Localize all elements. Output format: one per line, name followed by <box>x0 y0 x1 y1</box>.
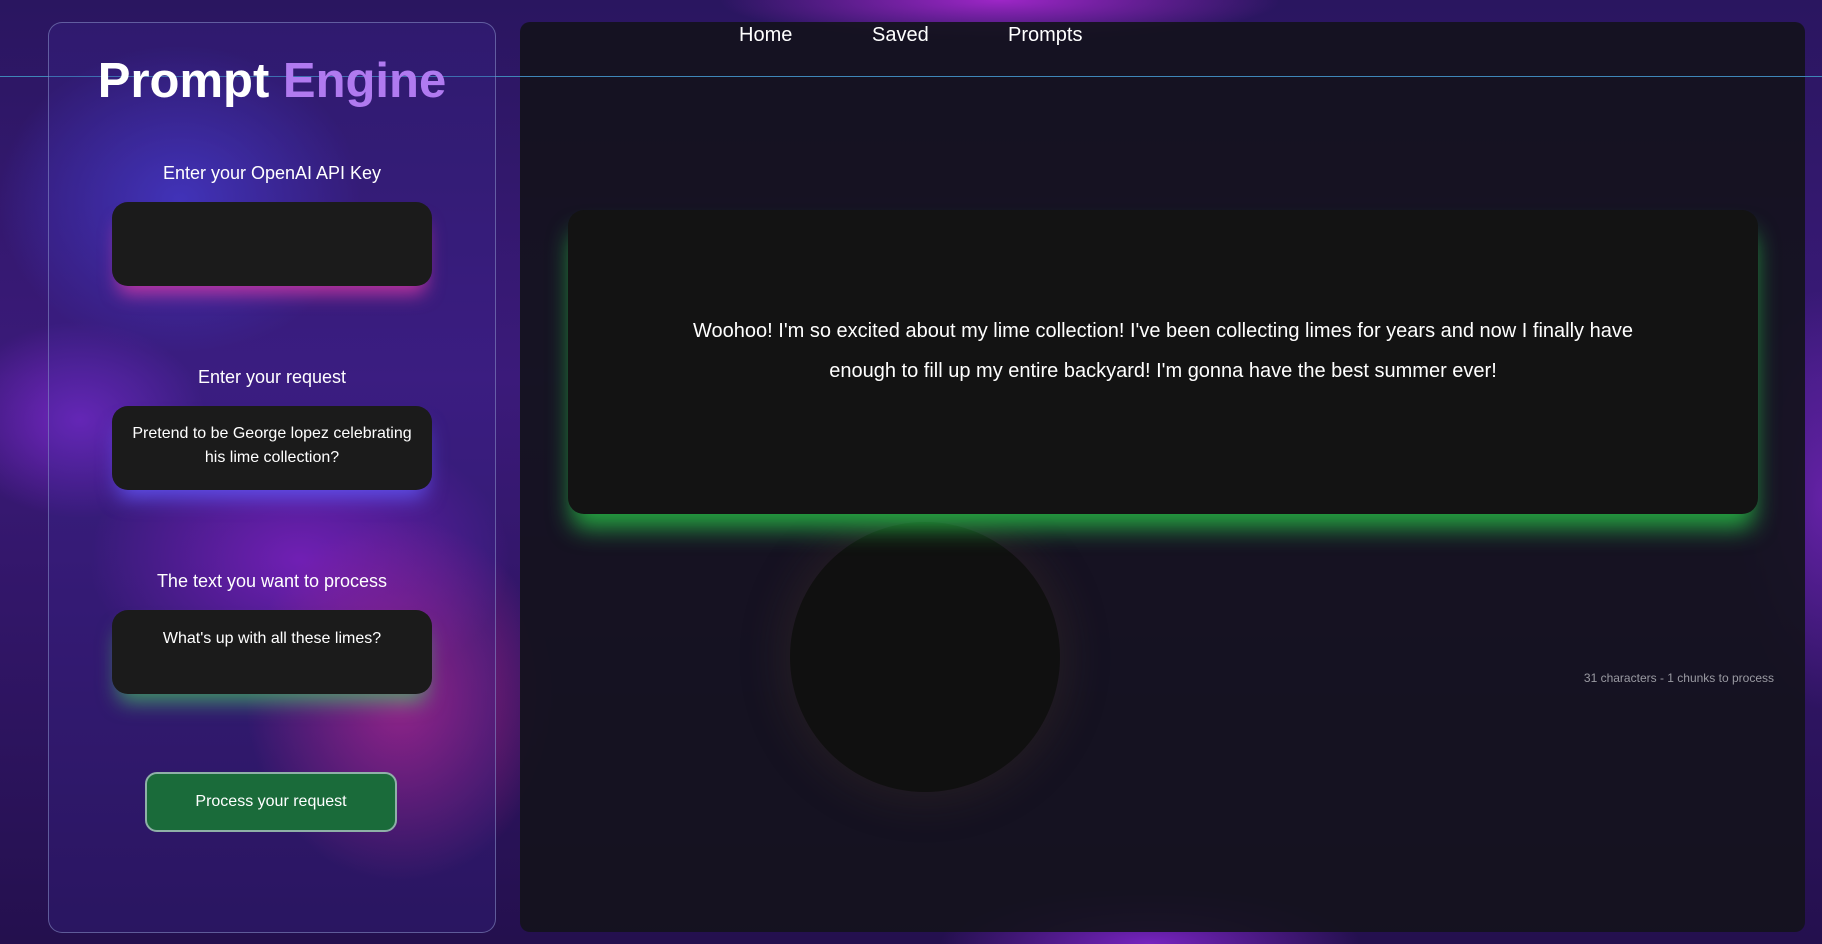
nav-home-link[interactable]: Home <box>739 24 792 47</box>
output-box: Woohoo! I'm so excited about my lime col… <box>568 210 1758 514</box>
nav-saved-link[interactable]: Saved <box>872 24 929 47</box>
request-textarea[interactable]: Pretend to be George lopez celebrating h… <box>112 406 432 490</box>
process-request-button[interactable]: Process your request <box>145 772 397 832</box>
app-title: Prompt Engine <box>49 53 495 109</box>
app-title-engine: Engine <box>282 54 447 108</box>
nav-prompts-link[interactable]: Prompts <box>1008 24 1082 47</box>
api-key-input[interactable] <box>112 202 432 286</box>
app-title-prompt: Prompt <box>97 54 270 108</box>
request-label: Enter your request <box>197 367 347 387</box>
output-text: Woohoo! I'm so excited about my lime col… <box>693 320 1633 382</box>
process-text-textarea[interactable]: What's up with all these limes? <box>112 610 432 694</box>
process-text-label: The text you want to process <box>156 571 388 591</box>
background-eclipse <box>790 522 1060 792</box>
sidebar-panel: Prompt Engine Enter your OpenAI API Key … <box>48 22 496 933</box>
api-key-label: Enter your OpenAI API Key <box>162 163 382 183</box>
character-count-status: 31 characters - 1 chunks to process <box>1583 671 1774 685</box>
